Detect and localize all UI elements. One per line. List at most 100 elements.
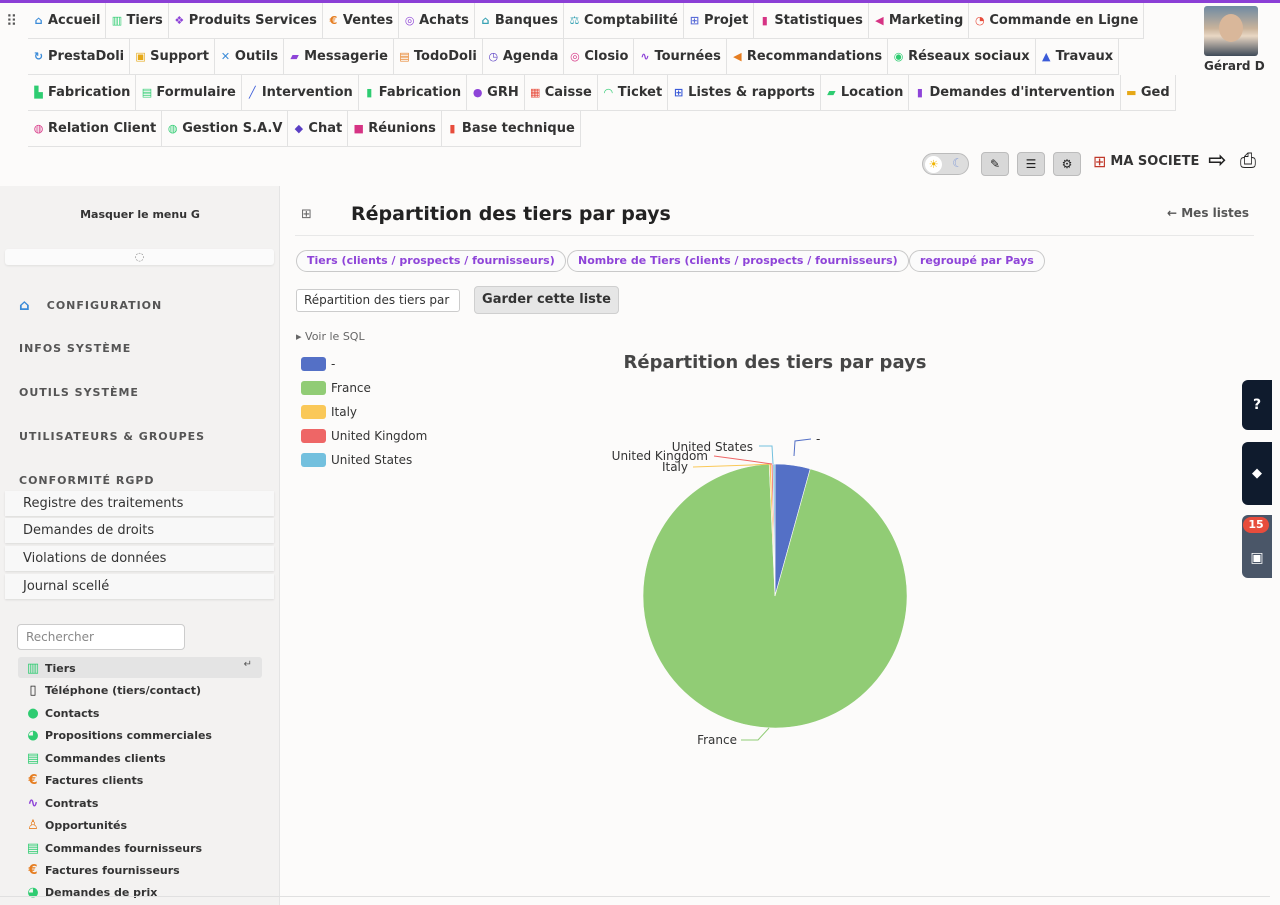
theme-toggle[interactable]: ☀ ☾ (922, 153, 969, 175)
user-menu[interactable]: Gérard D (1204, 6, 1274, 73)
menu-item-outils[interactable]: ✕ Outils (214, 39, 285, 75)
sidebar-item-t-l-phone-tiers-contact-[interactable]: ▯ Téléphone (tiers/contact) (25, 680, 201, 700)
menu-item-ged[interactable]: ▬ Ged (1120, 75, 1176, 111)
menu-item-achats[interactable]: ◎ Achats (399, 3, 475, 39)
chip-entity[interactable]: Tiers (clients / prospects / fournisseur… (296, 250, 566, 272)
legend-label[interactable]: - (331, 357, 335, 371)
hide-menu-link[interactable]: Masquer le menu G (0, 208, 279, 221)
menu-item-tododoli[interactable]: ▤ TodoDoli (393, 39, 483, 75)
menu-item-fabrication[interactable]: ▮ Fabrication (358, 75, 468, 111)
section-conformite-rgpd[interactable]: CONFORMITÉ RGPD (19, 474, 155, 487)
menu-item-gestion-s-a-v[interactable]: ◍ Gestion S.A.V (162, 111, 289, 147)
menu-item-ticket[interactable]: ◠ Ticket (597, 75, 669, 111)
sidebar-search-input[interactable]: Rechercher (17, 624, 185, 650)
apps-grid-icon[interactable]: ⠿ (6, 13, 22, 31)
menu-item-closio[interactable]: ◎ Closio (564, 39, 635, 75)
proposal-icon: ◕ (27, 884, 39, 900)
menu-item-prestadoli[interactable]: ↻ PrestaDoli (28, 39, 131, 75)
menu-item-grh[interactable]: ● GRH (467, 75, 525, 111)
left-sidebar: Masquer le menu G ◌ ⌂ CONFIGURATION INFO… (0, 186, 280, 905)
sidebar-item-commandes-clients[interactable]: ▤ Commandes clients (25, 748, 166, 768)
section-outils-systeme[interactable]: OUTILS SYSTÈME (19, 386, 139, 399)
menu-item-listes-rapports[interactable]: ⊞ Listes & rapports (668, 75, 821, 111)
menu-item-caisse[interactable]: ▦ Caisse (524, 75, 598, 111)
menu-item-formulaire[interactable]: ▤ Formulaire (136, 75, 242, 111)
menu-item-comptabilit-[interactable]: ⚖ Comptabilité (563, 3, 684, 39)
legend-swatch[interactable] (301, 357, 326, 371)
chat-tab[interactable]: ◆ (1242, 442, 1272, 505)
keep-list-button[interactable]: Garder cette liste (474, 286, 619, 314)
menu-item-recommandations[interactable]: ◀ Recommandations (726, 39, 889, 75)
menu-item-projet[interactable]: ⊞ Projet (683, 3, 755, 39)
question-icon: ? (1252, 397, 1262, 413)
page-title: Répartition des tiers par pays (351, 203, 671, 225)
menu-item-demandes-d-intervention[interactable]: ▮ Demandes d'intervention (909, 75, 1121, 111)
menu-item-banques[interactable]: ⌂ Banques (474, 3, 564, 39)
edit-button[interactable]: ✎ (981, 152, 1009, 176)
menu-item-chat[interactable]: ◆ Chat (288, 111, 349, 147)
legend-swatch[interactable] (301, 381, 326, 395)
menu-item-fabrication[interactable]: ▙ Fabrication (28, 75, 137, 111)
menu-item-travaux[interactable]: ▲ Travaux (1035, 39, 1120, 75)
section-configuration[interactable]: ⌂ CONFIGURATION (19, 296, 162, 314)
list-button[interactable]: ☰ (1017, 152, 1045, 176)
back-to-lists-link[interactable]: ← Mes listes (1167, 206, 1249, 220)
sidebar-item-propositions-commerciales[interactable]: ◕ Propositions commerciales (25, 725, 212, 745)
section-utilisateurs-groupes[interactable]: UTILISATEURS & GROUPES (19, 430, 205, 443)
menu-item-tiers[interactable]: ▥ Tiers (106, 3, 169, 39)
return-icon[interactable]: ↵ (244, 659, 252, 670)
rgpd-registre[interactable]: Registre des traitements (5, 491, 274, 516)
help-tab[interactable]: ? (1242, 380, 1272, 430)
menu-item-ventes[interactable]: € Ventes (322, 3, 400, 39)
legend-swatch[interactable] (301, 405, 326, 419)
settings-button[interactable]: ⚙ (1053, 152, 1081, 176)
sidebar-item-contacts[interactable]: ● Contacts (25, 703, 99, 723)
menu-item-statistiques[interactable]: ▮ Statistiques (754, 3, 869, 39)
menu-item-tourn-es[interactable]: ∿ Tournées (634, 39, 727, 75)
menu-item-intervention[interactable]: ╱ Intervention (241, 75, 359, 111)
menu-item-relation-client[interactable]: ◍ Relation Client (28, 111, 163, 147)
sidebar-item-factures-clients[interactable]: € Factures clients (25, 770, 143, 790)
sidebar-item-factures-fournisseurs[interactable]: € Factures fournisseurs (25, 860, 179, 880)
menu-item-r-seaux-sociaux[interactable]: ◉ Réseaux sociaux (888, 39, 1036, 75)
menu-item-messagerie[interactable]: ▰ Messagerie (284, 39, 394, 75)
logout-icon[interactable]: ⇨ (1208, 148, 1226, 173)
rgpd-journal[interactable]: Journal scellé (5, 574, 274, 599)
sidebar-item-contrats[interactable]: ∿ Contrats (25, 793, 99, 813)
menu-item-support[interactable]: ▣ Support (130, 39, 215, 75)
sidebar-item-commandes-fournisseurs[interactable]: ▤ Commandes fournisseurs (25, 838, 202, 858)
chip-measure[interactable]: Nombre de Tiers (clients / prospects / f… (567, 250, 909, 272)
sidebar-item-demandes-de-prix[interactable]: ◕ Demandes de prix (25, 882, 157, 902)
rgpd-violations[interactable]: Violations de données (5, 546, 274, 571)
sidebar-item-label: Propositions commerciales (45, 728, 212, 742)
menu-item-marketing[interactable]: ◀ Marketing (868, 3, 970, 39)
list-name-input[interactable]: Répartition des tiers par (296, 289, 460, 312)
legend-label[interactable]: United States (331, 453, 412, 467)
menu-item-produits-services[interactable]: ❖ Produits Services (168, 3, 323, 39)
sidebar-item-opportunit-s[interactable]: ♙ Opportunités (25, 815, 127, 835)
rgpd-demandes[interactable]: Demandes de droits (5, 518, 274, 543)
menu-item-accueil[interactable]: ⌂ Accueil (28, 3, 107, 39)
print-icon[interactable]: ⎙ (1240, 148, 1256, 172)
menu-item-commande-en-ligne[interactable]: ◔ Commande en Ligne (969, 3, 1145, 39)
section-infos-systeme[interactable]: INFOS SYSTÈME (19, 342, 131, 355)
user-name[interactable]: Gérard D (1204, 59, 1274, 73)
chip-groupby[interactable]: regroupé par Pays (909, 250, 1045, 272)
menu-item-r-unions[interactable]: ■ Réunions (348, 111, 442, 147)
legend-label[interactable]: France (331, 381, 371, 395)
bullhorn-icon: ◀ (733, 50, 742, 63)
legend-swatch[interactable] (301, 453, 326, 467)
menu-item-agenda[interactable]: ◷ Agenda (482, 39, 565, 75)
cash-register-icon: ▦ (530, 86, 541, 99)
top-menu-bar: ⠿ ⌂ Accueil ▥ Tiers ❖ Produits Services € Vente… (0, 0, 1280, 147)
menu-item-location[interactable]: ▰ Location (820, 75, 910, 111)
legend-label[interactable]: Italy (331, 405, 357, 419)
legend-label[interactable]: United Kingdom (331, 429, 427, 443)
avatar[interactable] (1204, 6, 1258, 56)
menu-item-base-technique[interactable]: ▮ Base technique (441, 111, 581, 147)
sidebar-item-tiers[interactable]: ▥ Tiers (25, 658, 76, 678)
menu-item-label: GRH (487, 85, 519, 100)
legend-swatch[interactable] (301, 429, 326, 443)
sync-icon: ↻ (33, 50, 44, 63)
company-selector[interactable]: ⊞ MA SOCIETE (1093, 152, 1199, 171)
